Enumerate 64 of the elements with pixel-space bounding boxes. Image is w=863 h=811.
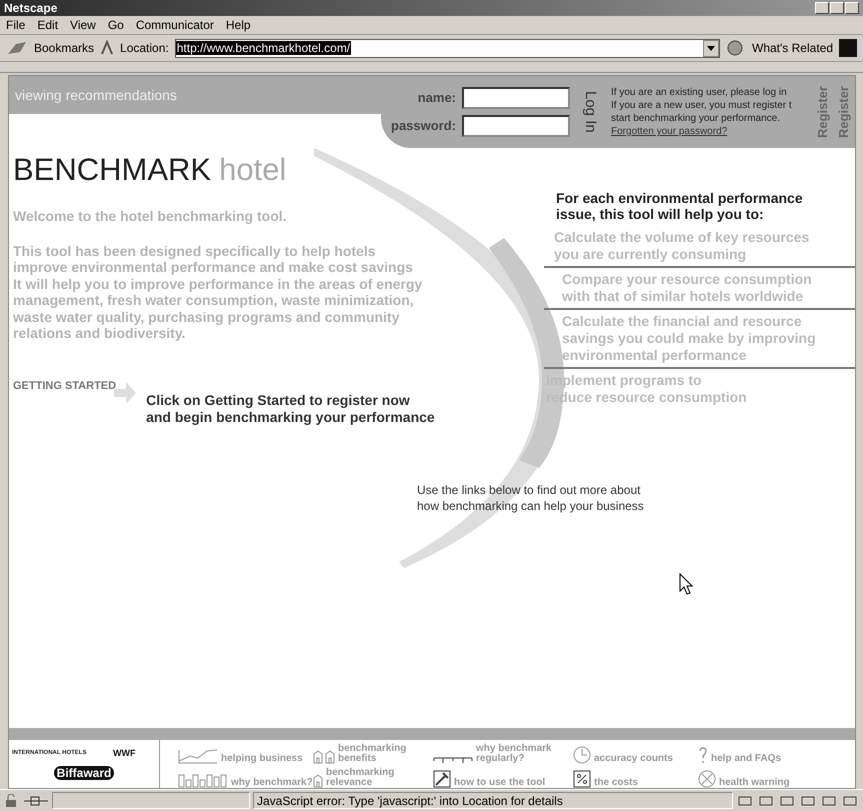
getting-started-text: Click on Getting Started to register now and begin benchmarking your performance xyxy=(146,392,435,426)
register-button[interactable]: Register xyxy=(815,86,830,138)
maximize-button[interactable] xyxy=(830,2,844,14)
minimize-button[interactable] xyxy=(815,2,829,14)
menu-item[interactable]: Edit xyxy=(37,18,58,32)
name-label: name: xyxy=(418,89,456,107)
plug-icon xyxy=(23,794,49,808)
login-info-text: If you are a new user, you must register t xyxy=(611,99,793,112)
footer-link[interactable]: why benchmark? xyxy=(178,764,313,788)
menu-item[interactable]: Go xyxy=(108,18,124,32)
benefit-item: Calculate the volume of key resources you are currently consuming xyxy=(544,226,855,268)
dropdown-icon xyxy=(707,46,715,50)
mouse-cursor-icon xyxy=(679,573,693,595)
bar-blocks-icon xyxy=(178,774,228,788)
clock-icon xyxy=(573,746,591,764)
links-note: Use the links below to find out more about how benchmarking can help your business xyxy=(417,482,644,514)
biffaward-logo: Biffaward xyxy=(54,766,114,780)
close-button[interactable] xyxy=(845,2,859,14)
whats-related-button[interactable]: What's Related xyxy=(752,41,833,55)
bookmarks-button[interactable]: Bookmarks xyxy=(34,41,94,55)
benefit-item: Compare your resource consumption with that of similar hotels worldwide xyxy=(544,268,855,310)
house-icon xyxy=(313,774,323,788)
wrench-icon xyxy=(433,770,451,788)
window-title: Netscape xyxy=(4,1,58,15)
password-field[interactable] xyxy=(462,115,570,137)
menu-item[interactable]: File xyxy=(6,18,26,32)
forgot-password-link[interactable]: Forgotten your password? xyxy=(611,125,809,138)
welcome-text: Welcome to the hotel benchmarking tool. xyxy=(13,208,288,224)
houses-icon xyxy=(313,750,335,764)
footer-link[interactable]: help and FAQs xyxy=(698,740,855,764)
menu-item[interactable]: Help xyxy=(226,18,251,32)
login-info-text: If you are an existing user, please log in xyxy=(611,86,788,99)
name-field[interactable] xyxy=(462,87,570,109)
footer-link[interactable]: the costs xyxy=(573,764,698,788)
line-graph-icon xyxy=(178,748,218,764)
register-button[interactable]: Register xyxy=(836,86,851,138)
location-label: Location: xyxy=(120,41,169,55)
footer-link[interactable]: helping business xyxy=(178,740,313,764)
benefit-item: Calculate the financial and resource savings you could make by improving environmental performance xyxy=(544,310,855,369)
location-field[interactable]: http://www.benchmarkhotel.com/ xyxy=(174,38,720,58)
bookmark-icon xyxy=(6,40,28,56)
menu-item[interactable]: View xyxy=(70,18,96,32)
footer-link[interactable]: benchmarking benefits xyxy=(313,740,433,764)
question-mark-icon xyxy=(698,746,708,764)
percent-icon xyxy=(573,770,591,788)
footer-link[interactable]: why benchmark regularly? xyxy=(433,740,573,764)
login-info-text: start benchmarking your performance. xyxy=(611,112,781,125)
footer-link[interactable]: benchmarking relevance xyxy=(313,764,433,788)
cancel-circle-icon xyxy=(698,770,716,788)
panda-logo: WWF xyxy=(112,748,136,758)
intro-paragraph: This tool has been designed specifically to help hotels improve environmental performance and make cost savings It will help you to improve performance in the areas of energy management, fresh water consumption, waste minimization, waste water quality, purchasing programs and community relations and biodiversity. xyxy=(13,242,424,342)
ruler-icon xyxy=(433,756,473,764)
footer-link[interactable]: health warning xyxy=(698,764,855,788)
footer-link[interactable]: accuracy counts xyxy=(573,740,698,764)
getting-started-link[interactable]: GETTING STARTED xyxy=(13,380,136,426)
status-text: JavaScript error: Type 'javascript:' into Location for details xyxy=(253,792,733,809)
site-logo: BENCHMARK hotel xyxy=(13,152,288,188)
footer-link[interactable]: how to use the tool xyxy=(433,764,573,788)
arrow-icon xyxy=(114,380,136,406)
benefits-heading: For each environmental performance issue, this tool will help you to: xyxy=(556,190,804,222)
login-button[interactable]: Log In xyxy=(582,91,600,133)
section-title: viewing recommendations xyxy=(15,87,177,103)
menu-item[interactable]: Communicator xyxy=(136,18,214,32)
password-label: password: xyxy=(391,117,456,135)
